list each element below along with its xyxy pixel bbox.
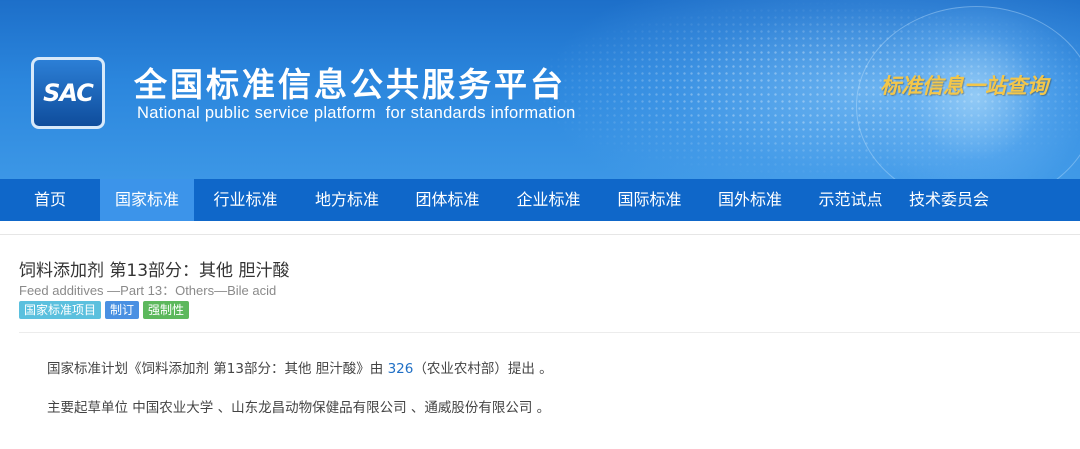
main-nav: 首页 国家标准 行业标准 地方标准 团体标准 企业标准 国际标准 国外标准 示范… — [0, 179, 1080, 221]
nav-item-foreign-standards[interactable]: 国外标准 — [700, 179, 800, 221]
nav-item-technical-committees[interactable]: 技术委员会 — [901, 179, 997, 221]
standard-tags: 国家标准项目 制订 强制性 — [19, 301, 190, 319]
nav-item-international-standards[interactable]: 国际标准 — [599, 179, 700, 221]
site-title: 全国标准信息公共服务平台 — [134, 65, 566, 104]
standard-title: 饲料添加剂 第13部分：其他 胆汁酸 — [19, 261, 290, 281]
divider — [0, 234, 1080, 235]
standard-title-en: Feed additives —Part 13：Others—Bile acid — [19, 283, 277, 298]
nav-item-group-standards[interactable]: 团体标准 — [397, 179, 498, 221]
slogan: 标准信息一站查询 — [880, 73, 1048, 98]
site-subtitle: National public service platform for sta… — [137, 104, 576, 122]
nav-item-home[interactable]: 首页 — [0, 179, 100, 221]
tc-code-link[interactable]: 326 — [388, 361, 414, 377]
tag-mandatory: 强制性 — [143, 301, 190, 319]
sac-logo[interactable]: SAC — [31, 57, 105, 129]
standard-detail: 饲料添加剂 第13部分：其他 胆汁酸 Feed additives —Part … — [0, 221, 1080, 449]
nav-item-pilot-demonstration[interactable]: 示范试点 — [800, 179, 901, 221]
plan-statement: 国家标准计划《饲料添加剂 第13部分：其他 胆汁酸》由 326（农业农村部）提出… — [47, 357, 553, 377]
nav-item-national-standards[interactable]: 国家标准 — [100, 179, 194, 221]
nav-item-enterprise-standards[interactable]: 企业标准 — [498, 179, 599, 221]
nav-item-local-standards[interactable]: 地方标准 — [297, 179, 397, 221]
header-banner: SAC 全国标准信息公共服务平台 National public service… — [0, 0, 1080, 179]
nav-item-industry-standards[interactable]: 行业标准 — [194, 179, 297, 221]
drafting-units: 主要起草单位 中国农业大学 、山东龙昌动物保健品有限公司 、通威股份有限公司 。 — [47, 400, 551, 416]
divider — [19, 332, 1080, 333]
plan-suffix: （农业农村部）提出 。 — [413, 361, 553, 377]
tag-national-project: 国家标准项目 — [19, 301, 102, 319]
plan-prefix: 国家标准计划《饲料添加剂 第13部分：其他 胆汁酸》由 — [47, 361, 388, 377]
logo-text: SAC — [43, 79, 94, 107]
tag-formulate: 制订 — [105, 301, 140, 319]
